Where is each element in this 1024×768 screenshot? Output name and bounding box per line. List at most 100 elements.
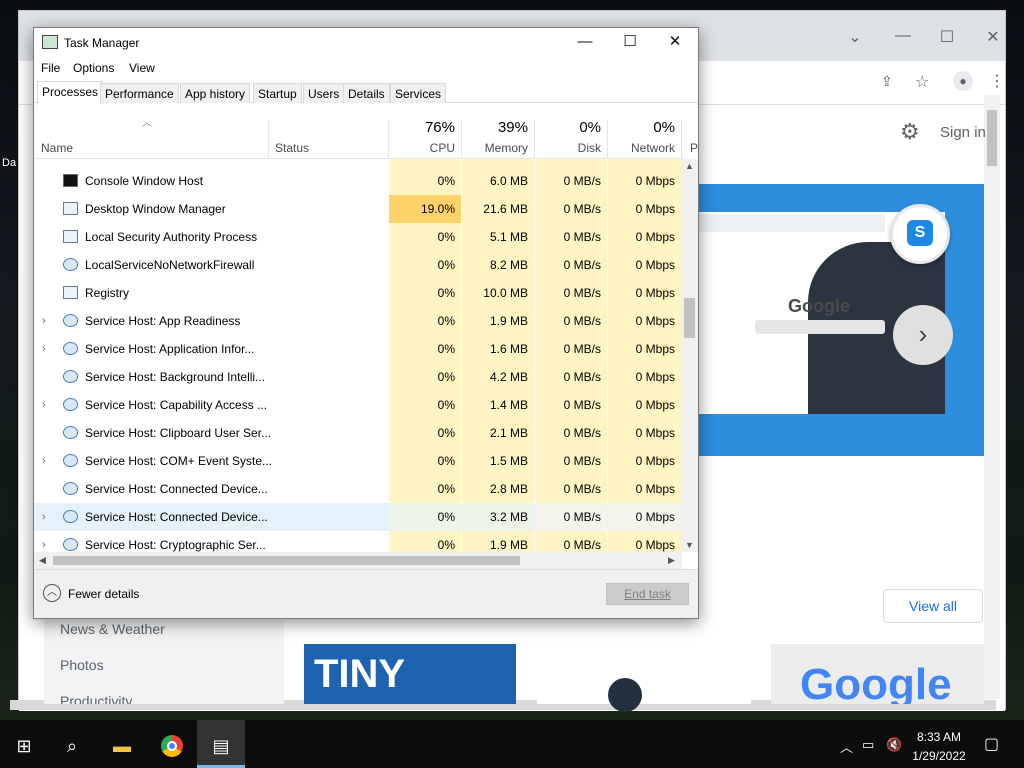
column-divider[interactable] [681, 120, 682, 158]
file-explorer-icon[interactable]: ▬ [98, 724, 146, 768]
gear-icon [63, 538, 78, 551]
chrome-icon[interactable] [148, 724, 196, 768]
memory-total-percent[interactable]: 39% [462, 119, 528, 136]
vertical-scrollbar[interactable] [681, 159, 698, 552]
column-network-header[interactable]: Network [608, 141, 675, 155]
tab-app-history[interactable]: App history [180, 83, 251, 103]
column-disk-header[interactable]: Disk [535, 141, 601, 155]
volume-muted-icon[interactable]: 🔇 [886, 737, 902, 753]
tab-performance[interactable]: Performance [100, 83, 179, 103]
tab-startup[interactable]: Startup [253, 83, 302, 103]
process-network-value: 0 Mbps [608, 335, 681, 363]
disk-total-percent[interactable]: 0% [535, 119, 601, 136]
scroll-left-icon[interactable]: ◀ [39, 555, 46, 566]
app-thumbnail-tiny[interactable]: TINY [304, 644, 516, 704]
profile-icon[interactable]: ● [953, 71, 973, 91]
clock-time[interactable]: 8:33 AM [912, 730, 966, 744]
sort-up-icon[interactable]: ︿ [142, 114, 152, 129]
clock-date[interactable]: 1/29/2022 [908, 749, 970, 763]
show-hidden-icons-icon[interactable]: ︿ [840, 737, 853, 756]
cpu-total-percent[interactable]: 76% [389, 119, 455, 136]
expand-chevron-icon[interactable]: › [42, 307, 52, 335]
process-network-value: 0 Mbps [608, 419, 681, 447]
category-news-weather[interactable]: News & Weather [60, 621, 165, 637]
category-photos[interactable]: Photos [60, 657, 104, 673]
process-row[interactable]: Console Window Host 0% 6.0 MB 0 MB/s 0 Mbps [34, 167, 684, 195]
maximize-button[interactable]: ☐ [607, 28, 653, 58]
usage-column-fill [535, 159, 607, 167]
share-icon[interactable]: ⇪ [881, 73, 893, 90]
process-row[interactable]: › Service Host: COM+ Event Syste... 0% 1.5 … [34, 447, 684, 475]
desktop-icon-label[interactable]: Da [2, 157, 16, 169]
process-row[interactable]: › Service Host: Capability Access ... 0% 1.… [34, 391, 684, 419]
network-icon[interactable]: ▭ [862, 737, 874, 753]
start-windows-icon[interactable]: ⊞ [0, 724, 48, 768]
scroll-down-icon[interactable]: ▼ [685, 540, 694, 550]
process-row[interactable]: Local Security Authority Process 0% 5.1 MB… [34, 223, 684, 251]
search-icon[interactable]: ⌕ [48, 724, 96, 768]
tab-users[interactable]: Users [303, 83, 345, 103]
process-row[interactable]: Service Host: Connected Device... 0% 2.8 M… [34, 475, 684, 503]
carousel-next-button[interactable]: › [893, 305, 953, 365]
signin-link[interactable]: Sign in [940, 124, 986, 141]
category-productivity[interactable]: Productivity [60, 693, 132, 704]
process-cpu-value: 0% [389, 531, 461, 552]
chevron-up-circle-icon[interactable]: ︿ [43, 584, 61, 602]
column-status-header[interactable]: Status [275, 141, 309, 155]
close-button[interactable]: ✕ [652, 28, 698, 58]
expand-chevron-icon[interactable]: › [42, 391, 52, 419]
maximize-icon[interactable]: ☐ [937, 27, 957, 47]
process-row[interactable]: Registry 0% 10.0 MB 0 MB/s 0 Mbps [34, 279, 684, 307]
network-total-percent[interactable]: 0% [608, 119, 675, 136]
process-row[interactable]: › Service Host: Application Infor... 0% 1.6… [34, 335, 684, 363]
slide-search-box [755, 320, 885, 334]
process-name: Service Host: Capability Access ... [85, 398, 268, 412]
column-memory-header[interactable]: Memory [462, 141, 528, 155]
expand-chevron-icon[interactable]: › [42, 335, 52, 363]
column-name-header[interactable]: Name [41, 141, 73, 155]
process-network-value: 0 Mbps [608, 475, 681, 503]
expand-chevron-icon[interactable]: › [42, 447, 52, 475]
chrome-scrollbar-thumb[interactable] [987, 110, 997, 166]
tab-processes[interactable]: Processes [37, 81, 104, 104]
process-name: Desktop Window Manager [85, 202, 226, 216]
process-row[interactable]: Desktop Window Manager 19.0% 21.6 MB 0 MB/s… [34, 195, 684, 223]
horizontal-scroll-thumb[interactable] [53, 556, 520, 565]
process-list[interactable]: Console Window Host 0% 6.0 MB 0 MB/s 0 Mbps D… [34, 159, 684, 552]
process-row[interactable]: › Service Host: Cryptographic Ser... 0% 1.9… [34, 531, 684, 552]
column-cpu-header[interactable]: CPU [389, 141, 455, 155]
process-row[interactable]: Service Host: Clipboard User Ser... 0% 2.1… [34, 419, 684, 447]
scroll-right-icon[interactable]: ▶ [668, 555, 675, 566]
menu-options[interactable]: Options [73, 61, 114, 75]
fewer-details-link[interactable]: Fewer details [68, 587, 139, 601]
notifications-icon[interactable]: ▢ [984, 734, 999, 754]
chevron-down-icon[interactable]: ⌄ [845, 27, 865, 47]
process-row[interactable]: › Service Host: Connected Device... 0% 3.2 … [34, 503, 684, 531]
view-all-button[interactable]: View all [883, 589, 983, 623]
column-divider[interactable] [268, 120, 269, 158]
process-row[interactable]: › Service Host: App Readiness 0% 1.9 MB 0 MB… [34, 307, 684, 335]
menu-kebab-icon[interactable]: ⋮ [989, 71, 1005, 91]
task-manager-taskbar-icon[interactable]: ▤ [197, 724, 245, 768]
expand-chevron-icon[interactable]: › [42, 531, 52, 552]
process-row[interactable]: LocalServiceNoNetworkFirewall 0% 8.2 MB 0 M… [34, 251, 684, 279]
settings-gear-icon[interactable]: ⚙ [900, 119, 920, 145]
task-manager-window[interactable]: Task Manager — ☐ ✕ File Options View Pro… [33, 27, 699, 619]
expand-chevron-icon[interactable]: › [42, 503, 52, 531]
close-icon[interactable]: ✕ [983, 27, 1003, 47]
tab-details[interactable]: Details [343, 83, 390, 103]
end-task-button[interactable]: End task [606, 583, 689, 605]
menu-view[interactable]: View [129, 61, 155, 75]
vertical-scroll-thumb[interactable] [684, 298, 695, 338]
minimize-icon[interactable]: — [893, 27, 913, 45]
tab-services[interactable]: Services [390, 83, 447, 103]
scroll-up-icon[interactable]: ▲ [685, 161, 694, 171]
process-memory-value: 2.8 MB [462, 475, 534, 503]
process-row[interactable]: Service Host: Background Intelli... 0% 4.2… [34, 363, 684, 391]
chrome-scrollbar[interactable] [984, 95, 1000, 699]
app-thumbnail-night[interactable] [537, 644, 751, 704]
menu-file[interactable]: File [41, 61, 60, 75]
column-power-header[interactable]: P [690, 141, 698, 155]
minimize-button[interactable]: — [562, 28, 608, 58]
bookmark-star-icon[interactable]: ☆ [915, 72, 929, 92]
